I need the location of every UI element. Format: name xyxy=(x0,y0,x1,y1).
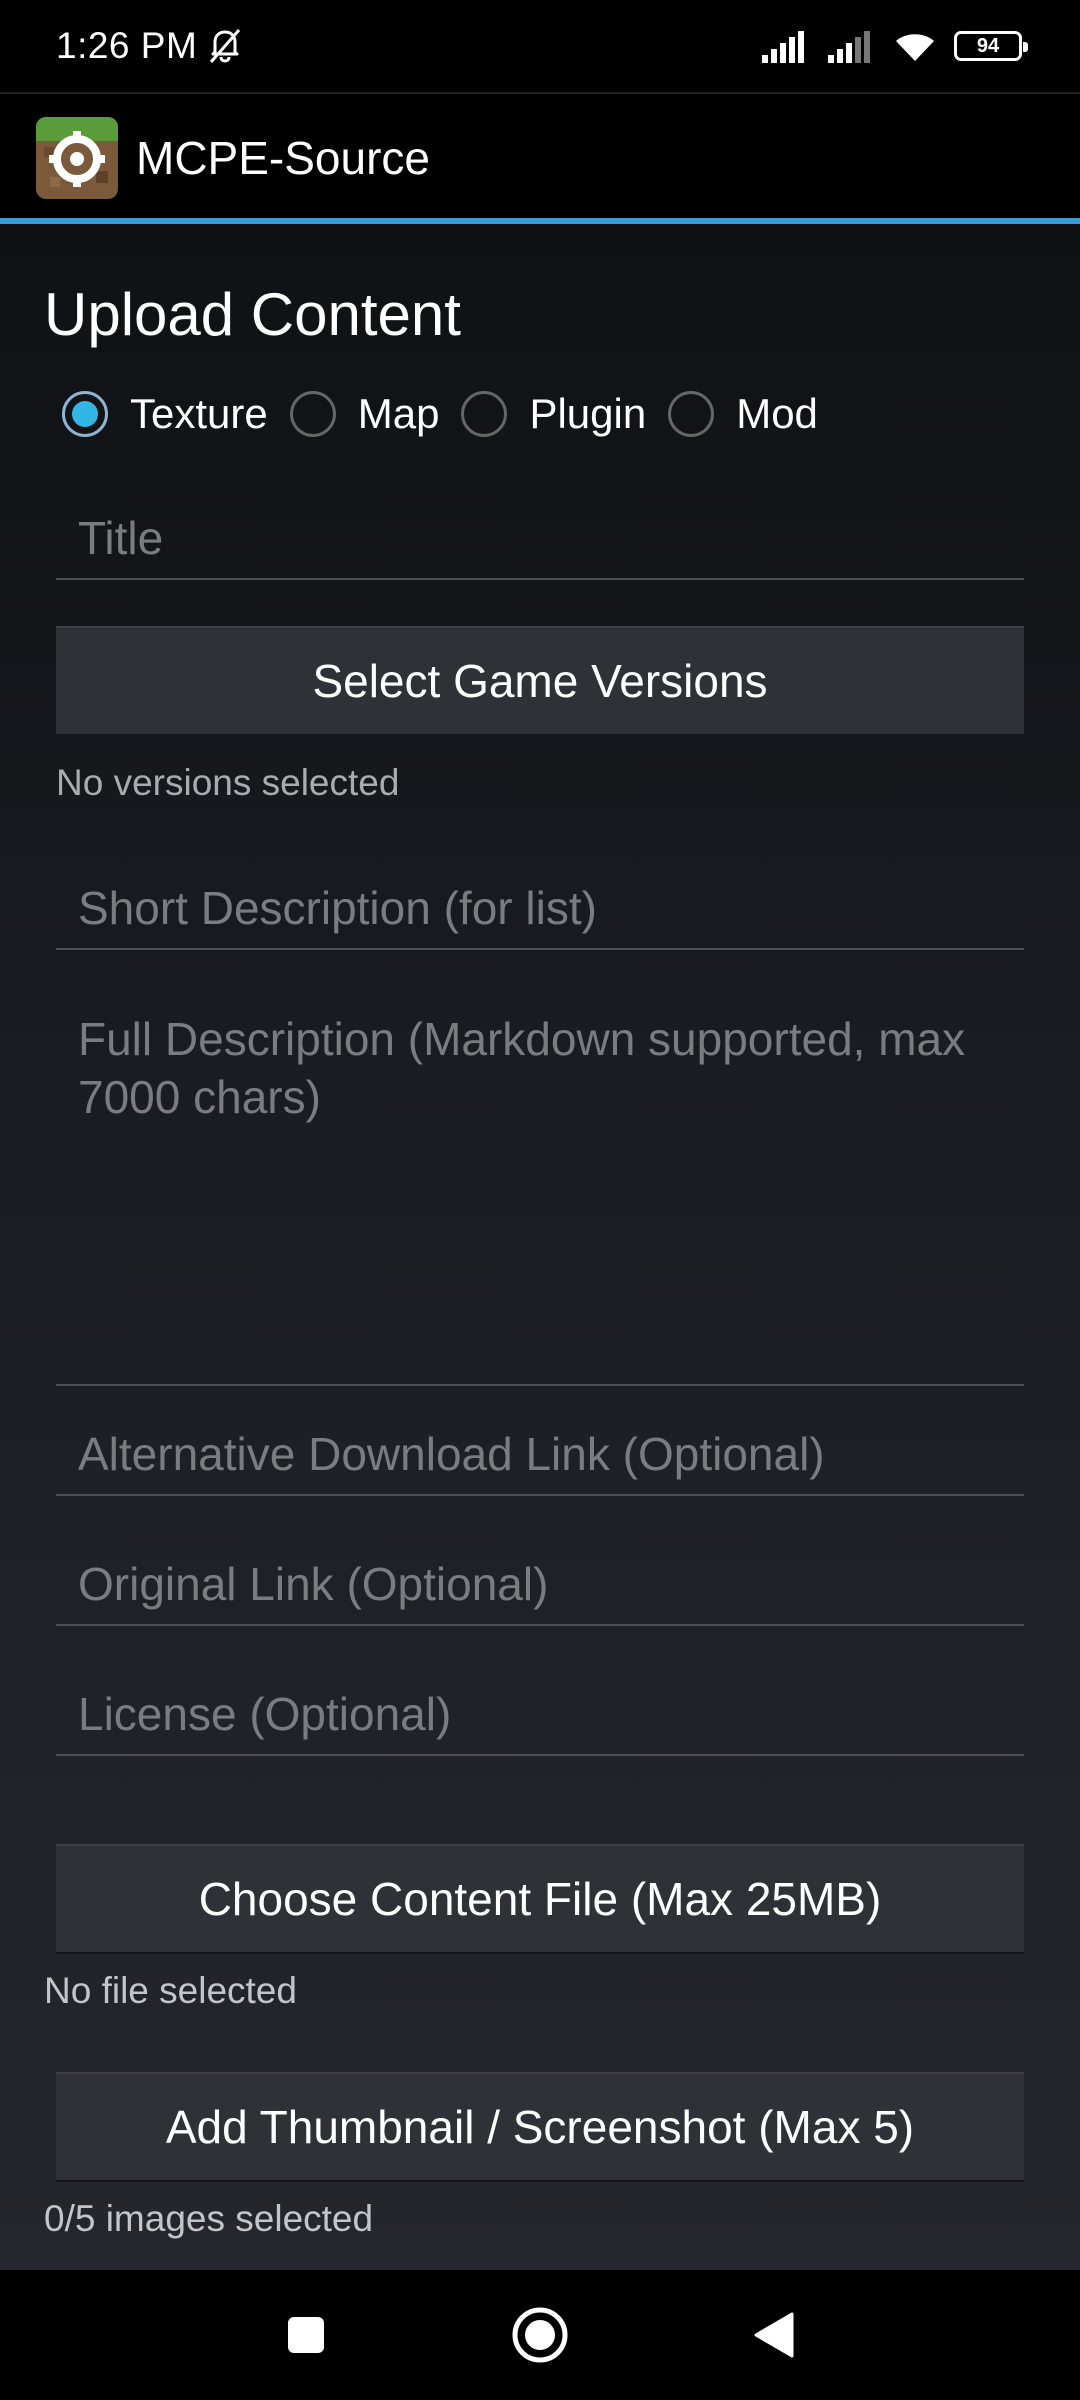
images-status: 0/5 images selected xyxy=(44,2198,374,2239)
home-button[interactable] xyxy=(500,2270,580,2400)
file-status: No file selected xyxy=(44,1970,297,2011)
navigation-bar xyxy=(0,2270,1080,2400)
short-description-input[interactable] xyxy=(56,870,1024,946)
app-bar: MCPE-Source xyxy=(0,96,1080,220)
page-title: Upload Content xyxy=(44,281,461,348)
original-link-field xyxy=(56,1546,1024,1626)
alternative-download-link-input[interactable] xyxy=(56,1416,1024,1492)
radio-mod[interactable]: Mod xyxy=(668,390,818,438)
radio-button-texture[interactable] xyxy=(62,391,108,437)
radio-label-mod: Mod xyxy=(736,390,818,437)
radio-label-map: Map xyxy=(357,390,440,437)
back-button[interactable] xyxy=(734,2270,814,2400)
app-title: MCPE-Source xyxy=(136,132,430,184)
short-description-field xyxy=(56,870,1024,950)
title-input[interactable] xyxy=(56,500,1024,576)
full-description-textarea[interactable] xyxy=(56,980,1024,1382)
alarm-off-icon xyxy=(210,29,241,63)
screen: 1:26 PM 94 MCPE-Source Upload Content Te… xyxy=(0,0,1080,2400)
wifi-icon xyxy=(896,34,934,61)
app-logo-icon[interactable] xyxy=(36,117,118,199)
battery-level: 94 xyxy=(976,34,1000,57)
radio-label-plugin: Plugin xyxy=(529,390,647,437)
add-thumbnail-button[interactable]: Add Thumbnail / Screenshot (Max 5) xyxy=(56,2072,1024,2180)
status-time: 1:26 PM xyxy=(56,25,198,66)
radio-plugin[interactable]: Plugin xyxy=(461,390,646,438)
upload-form: Upload Content Texture Map Plugin Mod Se… xyxy=(0,224,1080,2270)
content-type-radio-group: Texture Map Plugin Mod xyxy=(62,390,840,438)
home-circle-icon xyxy=(512,2307,568,2363)
status-right: 94 xyxy=(760,29,1028,63)
status-bar: 1:26 PM 94 xyxy=(0,0,1080,94)
recents-square-icon xyxy=(288,2317,324,2353)
full-description-field xyxy=(56,980,1024,1386)
radio-button-mod[interactable] xyxy=(668,391,715,437)
alternative-download-link-field xyxy=(56,1416,1024,1496)
radio-map[interactable]: Map xyxy=(289,390,440,438)
license-input[interactable] xyxy=(56,1676,1024,1752)
radio-texture[interactable]: Texture xyxy=(62,390,268,438)
radio-button-map[interactable] xyxy=(289,391,336,437)
versions-status: No versions selected xyxy=(56,762,400,803)
signal-icon xyxy=(762,31,804,63)
select-game-versions-button[interactable]: Select Game Versions xyxy=(56,626,1024,734)
radio-label-texture: Texture xyxy=(130,390,268,437)
title-field xyxy=(56,500,1024,580)
recents-button[interactable] xyxy=(266,2270,346,2400)
license-field xyxy=(56,1676,1024,1756)
original-link-input[interactable] xyxy=(56,1546,1024,1622)
radio-button-plugin[interactable] xyxy=(461,391,508,437)
signal-icon-2 xyxy=(828,31,870,63)
back-triangle-icon xyxy=(754,2312,794,2358)
battery-icon: 94 xyxy=(954,31,1028,61)
choose-content-file-button[interactable]: Choose Content File (Max 25MB) xyxy=(56,1844,1024,1952)
status-left: 1:26 PM xyxy=(56,25,247,67)
